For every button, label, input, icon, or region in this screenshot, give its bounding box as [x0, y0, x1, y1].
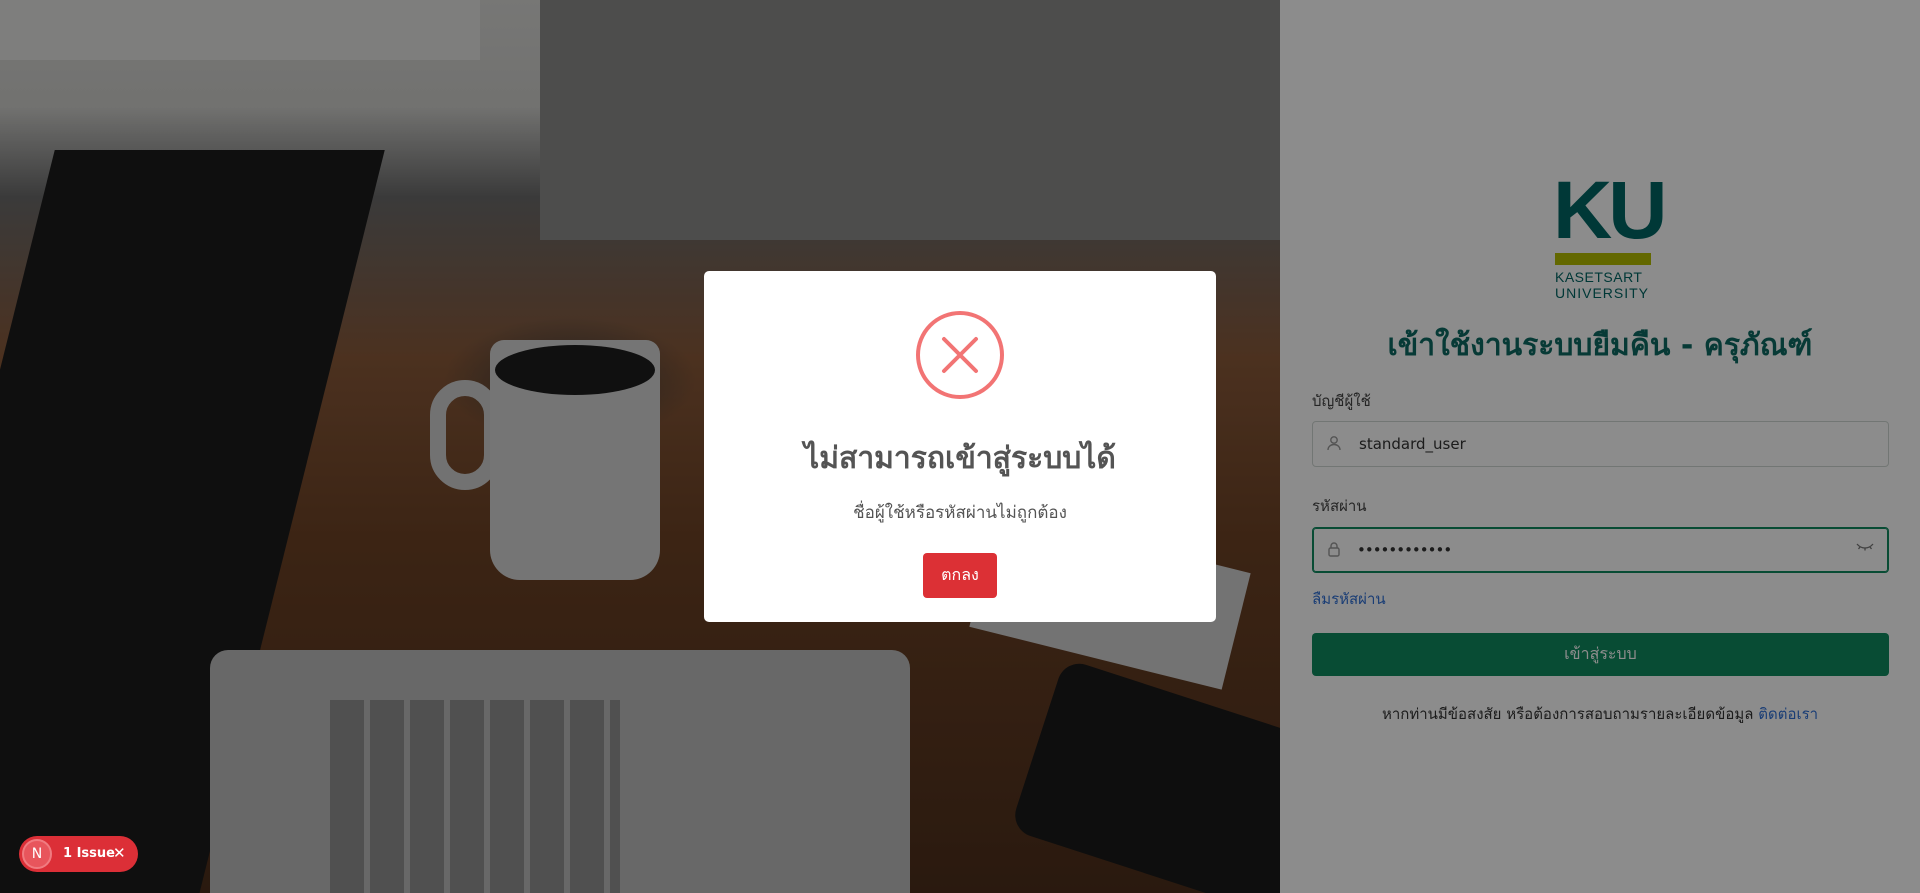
- issue-label: 1 Issue: [63, 846, 115, 861]
- close-icon[interactable]: ✕: [113, 844, 126, 862]
- issue-badge[interactable]: N 1 Issue ✕: [19, 836, 138, 872]
- dialog-title: ไม่สามารถเข้าสู่ระบบได้: [804, 441, 1116, 476]
- dialog-message: ชื่อผู้ใช้หรือรหัสผ่านไม่ถูกต้อง: [853, 503, 1067, 523]
- error-icon: [916, 311, 1004, 399]
- issue-avatar: N: [22, 839, 52, 869]
- ok-button[interactable]: ตกลง: [923, 553, 997, 598]
- error-dialog: ไม่สามารถเข้าสู่ระบบได้ ชื่อผู้ใช้หรือรห…: [704, 271, 1216, 622]
